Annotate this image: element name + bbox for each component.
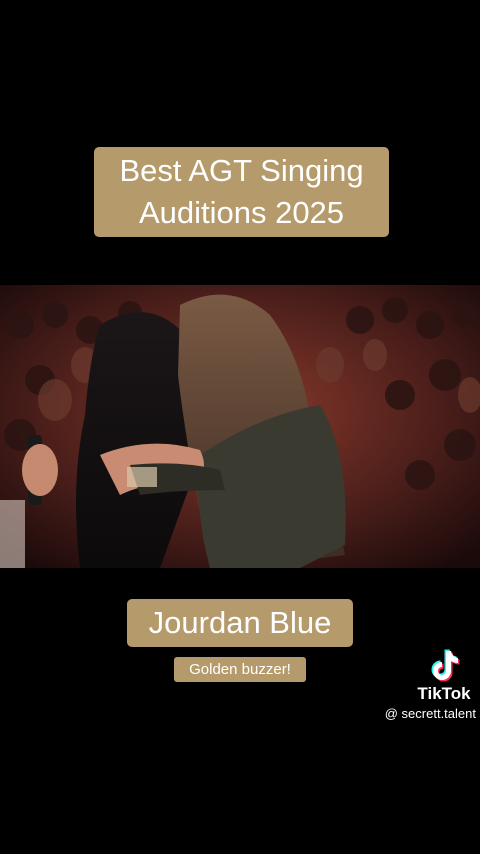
video-title: Best AGT Singing Auditions 2025 [119,153,364,230]
subtitle-text: Golden buzzer! [189,661,291,678]
video-scene [0,285,480,568]
creator-handle[interactable]: @ secrett.talent [360,705,476,723]
contestant-name: Jourdan Blue [148,605,332,640]
video-frame[interactable] [0,285,480,568]
tiktok-logo-icon [426,647,462,683]
tiktok-brand: TikTok [417,684,471,703]
